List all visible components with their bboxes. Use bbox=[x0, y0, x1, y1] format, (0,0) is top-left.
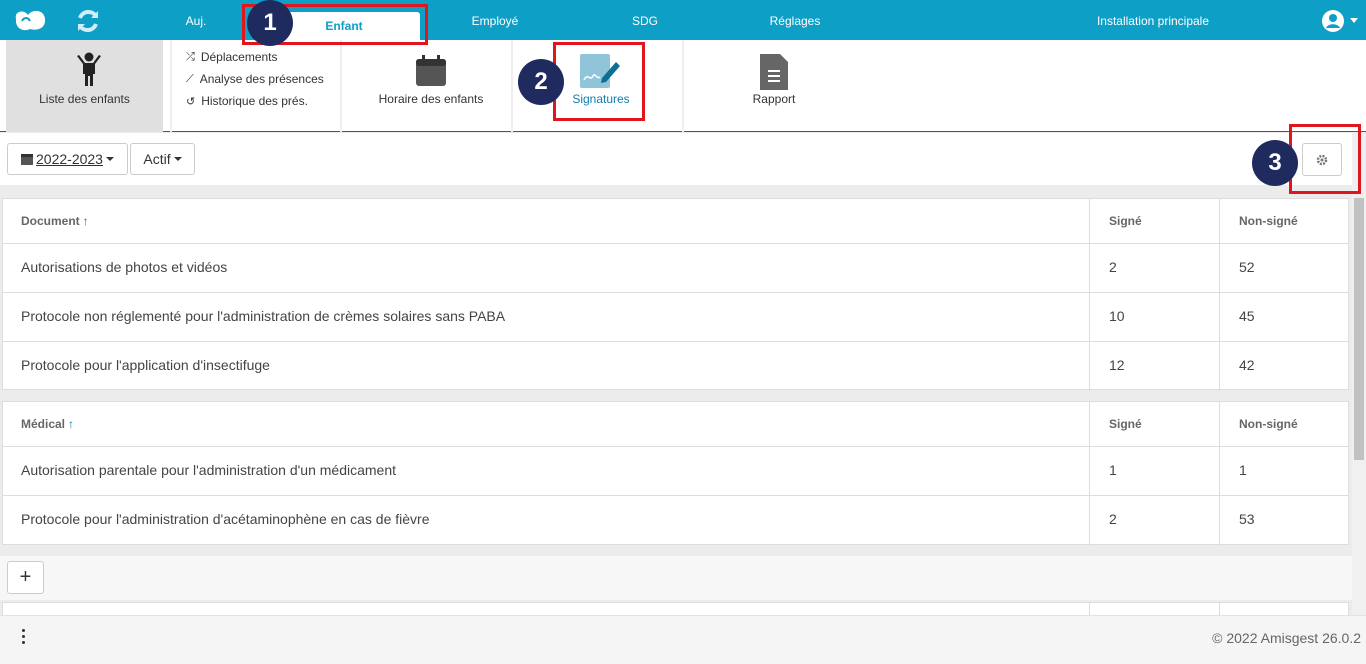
signed-count: 1 bbox=[1109, 462, 1117, 478]
table-row[interactable]: Protocole pour l'application d'insectifu… bbox=[3, 342, 1348, 390]
link-historique-label: Historique des prés. bbox=[201, 94, 308, 108]
filter-bar: 2022-2023 Actif bbox=[0, 133, 1352, 185]
children-list-button[interactable]: Liste des enfants bbox=[6, 40, 163, 132]
link-historique[interactable]: ↺ Historique des prés. bbox=[186, 90, 324, 112]
link-analyse-presences[interactable]: ⟋ Analyse des présences bbox=[186, 68, 324, 90]
top-navbar: Auj. Enfant Employé SDG Réglages Install… bbox=[0, 0, 1366, 40]
link-deplacements[interactable]: ⤮ Déplacements bbox=[186, 46, 324, 68]
schedule-label: Horaire des enfants bbox=[378, 92, 484, 106]
signed-count: 2 bbox=[1109, 511, 1117, 527]
divider bbox=[682, 40, 684, 132]
subnav-toolbar: Liste des enfants ⤮ Déplacements ⟋ Analy… bbox=[0, 40, 1366, 132]
signed-count: 2 bbox=[1109, 259, 1117, 275]
sort-asc-icon: ↑ bbox=[82, 214, 89, 228]
next-table-partial bbox=[2, 602, 1349, 617]
copyright-text: © 2022 Amisgest 26.0.2 bbox=[1212, 630, 1361, 646]
documents-table: Document ↑ Signé Non-signé Autorisations … bbox=[2, 198, 1349, 391]
attendance-links: ⤮ Déplacements ⟋ Analyse des présences ↺… bbox=[186, 46, 324, 112]
footer: © 2022 Amisgest 26.0.2 bbox=[0, 615, 1366, 664]
table-row[interactable]: Protocole non réglementé pour l'administ… bbox=[3, 293, 1348, 342]
sync-icon[interactable] bbox=[74, 7, 102, 35]
calendar-icon bbox=[416, 55, 446, 86]
unsigned-count: 52 bbox=[1239, 259, 1255, 275]
column-header-signe[interactable]: Signé bbox=[1109, 214, 1142, 228]
tab-reglages[interactable]: Réglages bbox=[760, 0, 830, 40]
year-value: 2022-2023 bbox=[36, 151, 103, 167]
tab-employe[interactable]: Employé bbox=[460, 0, 530, 40]
add-section bbox=[0, 556, 1352, 600]
unsigned-count: 42 bbox=[1239, 357, 1255, 373]
scrollbar-thumb[interactable] bbox=[1354, 198, 1364, 460]
table-header: Document ↑ Signé Non-signé bbox=[3, 199, 1348, 244]
signed-count: 12 bbox=[1109, 357, 1125, 373]
tab-sdg[interactable]: SDG bbox=[625, 0, 665, 40]
document-name: Autorisations de photos et vidéos bbox=[21, 259, 228, 275]
step-badge-2: 2 bbox=[518, 59, 564, 105]
link-analyse-label: Analyse des présences bbox=[199, 72, 324, 86]
divider bbox=[340, 40, 342, 132]
divider bbox=[511, 40, 513, 132]
table-row[interactable]: Autorisations de photos et vidéos 2 52 bbox=[3, 244, 1348, 293]
table-row[interactable]: Protocole pour l'administration d'acétam… bbox=[3, 496, 1348, 545]
add-button[interactable]: + bbox=[7, 561, 44, 594]
status-value: Actif bbox=[143, 151, 171, 167]
installation-selector[interactable]: Installation principale bbox=[1086, 0, 1220, 40]
document-icon bbox=[760, 54, 788, 90]
unsigned-count: 1 bbox=[1239, 462, 1247, 478]
document-name: Protocole pour l'application d'insectifu… bbox=[21, 357, 270, 373]
chart-line-icon: ⟋ bbox=[186, 72, 194, 85]
table-row[interactable]: Autorisation parentale pour l'administra… bbox=[3, 447, 1348, 496]
caret-down-icon bbox=[105, 157, 114, 161]
shuffle-icon: ⤮ bbox=[186, 50, 195, 63]
table-header: Médical ↑ Signé Non-signé bbox=[3, 402, 1348, 447]
children-list-label: Liste des enfants bbox=[39, 92, 130, 106]
more-options-icon[interactable] bbox=[22, 629, 26, 647]
highlight-settings bbox=[1289, 124, 1361, 194]
caret-down-icon bbox=[173, 157, 182, 161]
step-badge-3: 3 bbox=[1252, 140, 1298, 186]
calendar-small-icon bbox=[21, 153, 34, 165]
child-icon bbox=[77, 52, 101, 86]
year-dropdown[interactable]: 2022-2023 bbox=[7, 143, 128, 175]
schedule-button[interactable]: Horaire des enfants bbox=[360, 40, 502, 132]
column-header-document[interactable]: Document ↑ bbox=[21, 214, 89, 228]
user-menu-caret-icon[interactable] bbox=[1350, 18, 1358, 23]
highlight-signatures bbox=[553, 42, 645, 121]
column-header-non-signe[interactable]: Non-signé bbox=[1239, 417, 1298, 431]
sort-asc-icon: ↑ bbox=[68, 417, 75, 431]
unsigned-count: 53 bbox=[1239, 511, 1255, 527]
report-button[interactable]: Rapport bbox=[733, 40, 815, 132]
medical-table: Médical ↑ Signé Non-signé Autorisation pa… bbox=[2, 401, 1349, 546]
tab-today[interactable]: Auj. bbox=[176, 0, 216, 40]
document-name: Protocole non réglementé pour l'administ… bbox=[21, 308, 506, 324]
step-badge-1: 1 bbox=[247, 0, 293, 46]
column-header-non-signe[interactable]: Non-signé bbox=[1239, 214, 1298, 228]
column-header-signe[interactable]: Signé bbox=[1109, 417, 1142, 431]
column-header-medical[interactable]: Médical ↑ bbox=[21, 417, 74, 431]
report-label: Rapport bbox=[752, 92, 796, 106]
divider bbox=[170, 40, 172, 132]
user-avatar-icon[interactable] bbox=[1322, 10, 1344, 32]
document-name: Protocole pour l'administration d'acétam… bbox=[21, 511, 430, 527]
signed-count: 10 bbox=[1109, 308, 1125, 324]
link-deplacements-label: Déplacements bbox=[200, 50, 278, 64]
document-name: Autorisation parentale pour l'administra… bbox=[21, 462, 396, 478]
unsigned-count: 45 bbox=[1239, 308, 1255, 324]
status-dropdown[interactable]: Actif bbox=[130, 143, 195, 175]
history-icon: ↺ bbox=[186, 95, 196, 108]
amisgest-logo[interactable] bbox=[12, 7, 48, 33]
